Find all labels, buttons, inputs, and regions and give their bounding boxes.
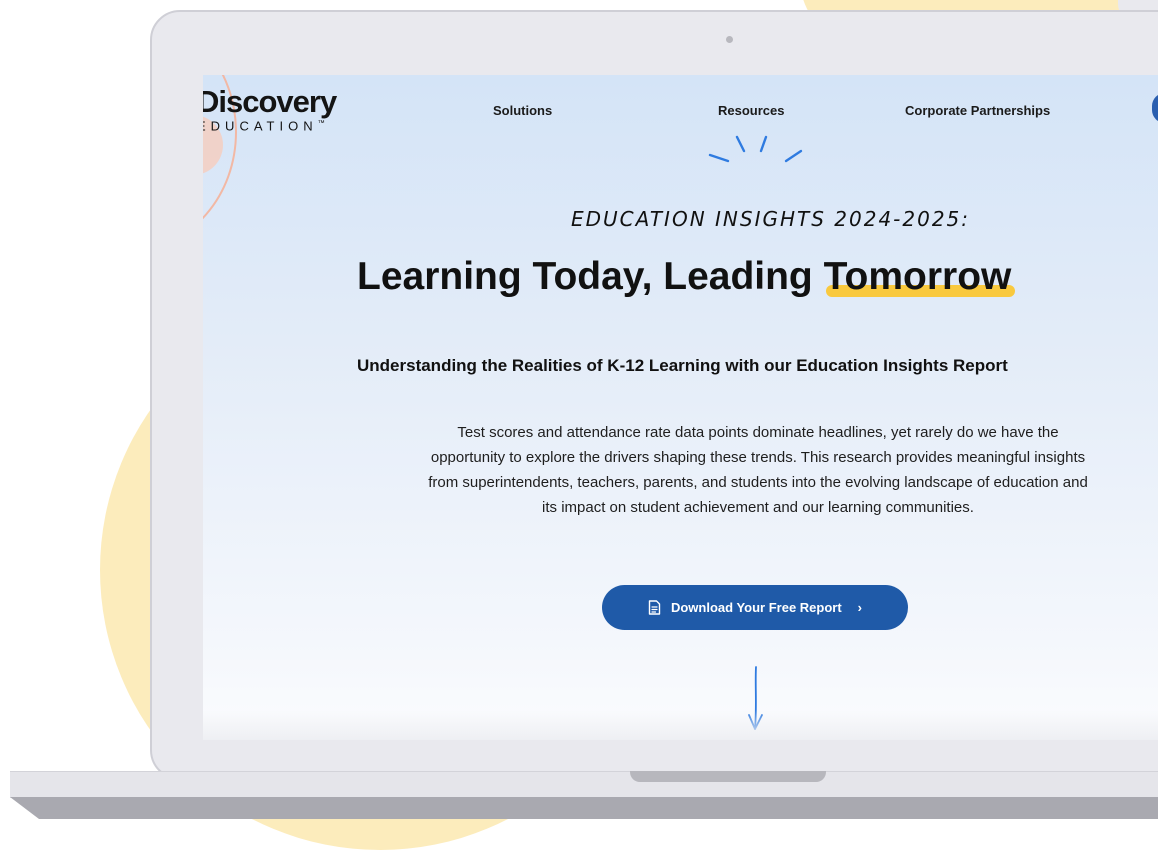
discovery-education-logo[interactable]: Discovery EDUCATION™ bbox=[203, 84, 337, 134]
description-line: Test scores and attendance rate data poi… bbox=[457, 424, 1059, 441]
logo-wordmark: Discovery bbox=[203, 84, 337, 119]
headline-text: Learning Today, Leading bbox=[357, 255, 824, 298]
description-line: its impact on student achievement and ou… bbox=[542, 499, 974, 516]
description-line: from superintendents, teachers, parents,… bbox=[428, 474, 1088, 491]
hero-subheading: Understanding the Realities of K-12 Lear… bbox=[357, 356, 1008, 375]
laptop-base-edge bbox=[10, 797, 1158, 819]
chevron-right-icon: › bbox=[857, 600, 863, 615]
document-icon bbox=[648, 600, 661, 615]
browser-screen: Discovery EDUCATION™ Solutions Resources… bbox=[203, 75, 1158, 740]
nav-cta-button[interactable] bbox=[1152, 93, 1158, 123]
hero-description: Test scores and attendance rate data poi… bbox=[343, 420, 1158, 520]
headline-highlight-text: Tomorrow bbox=[823, 255, 1012, 298]
screen-fade bbox=[203, 710, 1158, 740]
logo-trademark: ™ bbox=[317, 120, 325, 127]
nav-link-solutions[interactable]: Solutions bbox=[493, 103, 552, 118]
nav-link-corporate-partnerships[interactable]: Corporate Partnerships bbox=[905, 103, 1050, 118]
laptop-hinge-notch bbox=[630, 771, 826, 782]
headline-highlight: Tomorrow bbox=[823, 255, 1016, 299]
sparkle-icon bbox=[708, 135, 803, 163]
download-report-label: Download Your Free Report bbox=[670, 600, 842, 615]
download-report-button[interactable]: Download Your Free Report › bbox=[602, 585, 908, 630]
logo-subtitle: EDUCATION bbox=[203, 118, 318, 134]
laptop-base bbox=[10, 771, 1158, 798]
laptop-camera bbox=[726, 36, 733, 43]
hero-eyebrow: EDUCATION INSIGHTS 2024-2025: bbox=[570, 207, 971, 231]
hero-headline: Learning Today, Leading Tomorrow bbox=[357, 255, 1016, 299]
nav-link-resources[interactable]: Resources bbox=[718, 103, 784, 118]
description-line: opportunity to explore the drivers shapi… bbox=[430, 449, 1086, 466]
